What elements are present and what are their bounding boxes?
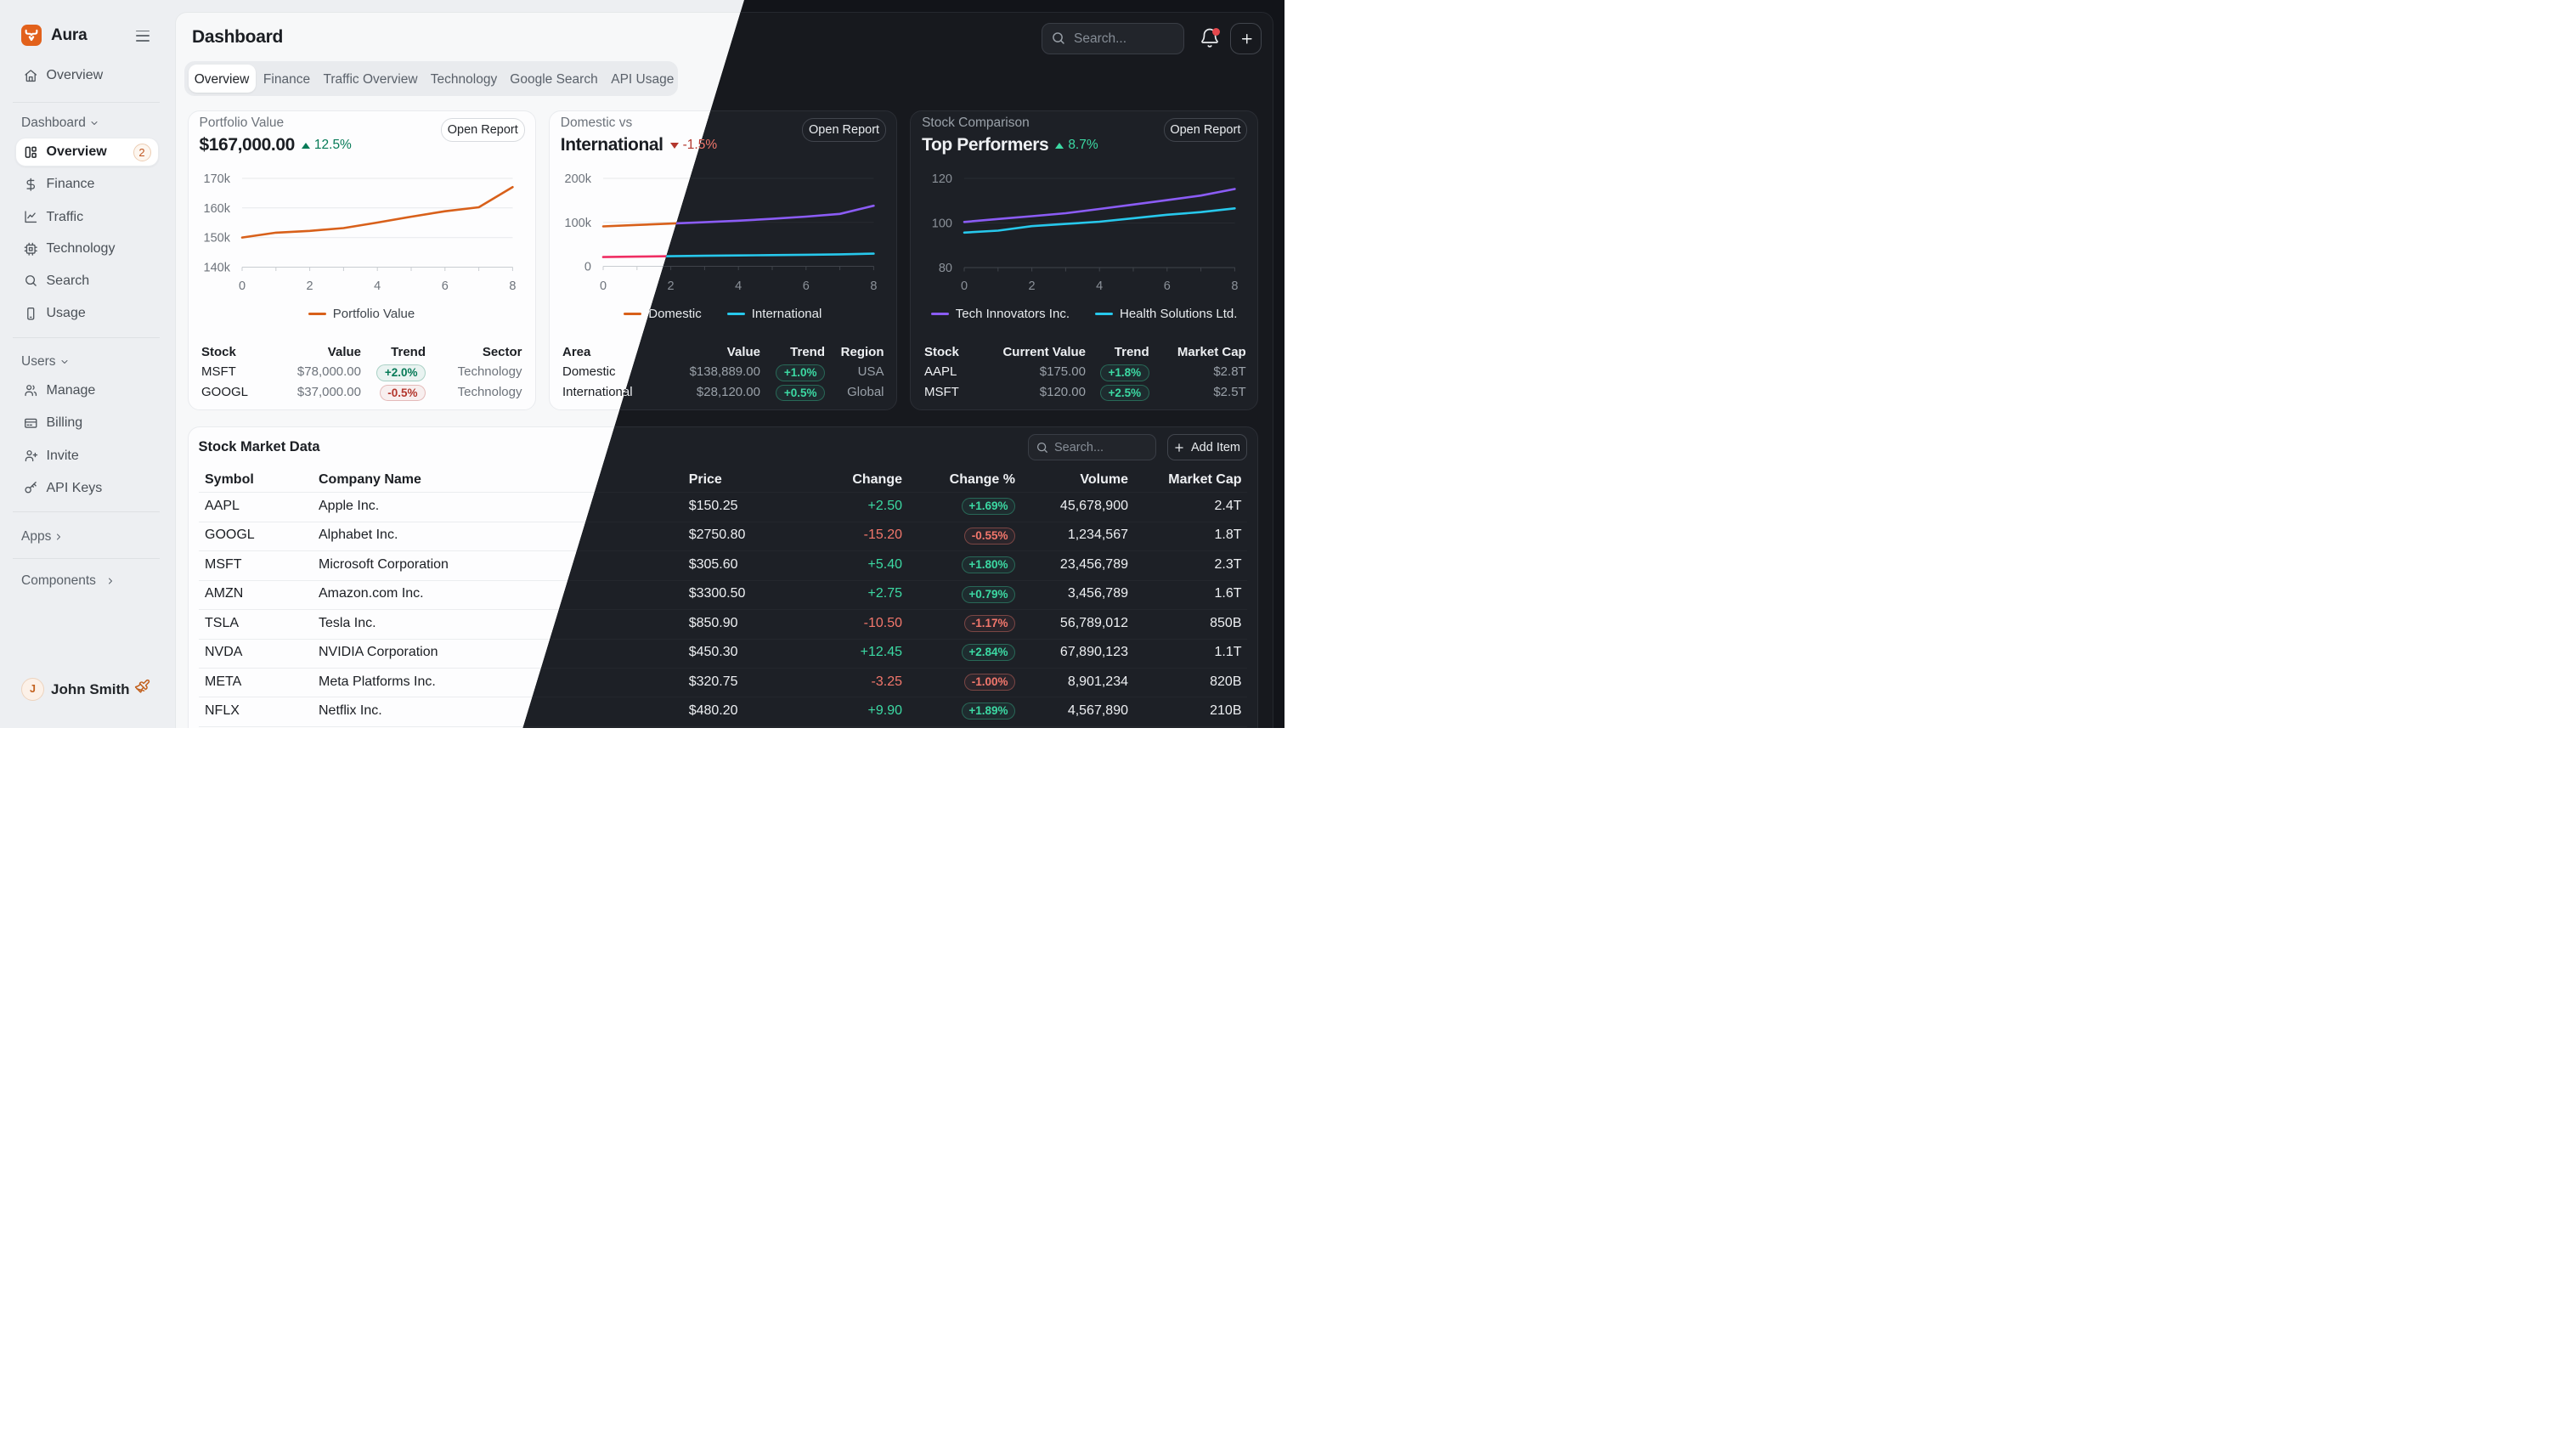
svg-text:140k: 140k xyxy=(203,262,230,275)
svg-text:4: 4 xyxy=(1096,279,1103,293)
svg-text:80: 80 xyxy=(939,262,952,275)
svg-text:120: 120 xyxy=(932,172,952,186)
svg-text:100k: 100k xyxy=(564,217,591,230)
svg-text:0: 0 xyxy=(961,279,968,293)
svg-text:8: 8 xyxy=(870,279,877,293)
svg-text:100: 100 xyxy=(932,217,952,231)
svg-text:2: 2 xyxy=(1029,279,1036,293)
svg-text:0: 0 xyxy=(600,279,607,293)
svg-text:8: 8 xyxy=(509,279,516,293)
svg-text:2: 2 xyxy=(306,279,313,293)
svg-text:4: 4 xyxy=(735,279,742,293)
svg-text:0: 0 xyxy=(584,261,591,274)
svg-text:8: 8 xyxy=(1231,279,1238,293)
svg-text:6: 6 xyxy=(1164,279,1171,293)
svg-text:200k: 200k xyxy=(564,172,591,186)
svg-text:170k: 170k xyxy=(203,172,230,186)
svg-text:4: 4 xyxy=(374,279,381,293)
svg-text:6: 6 xyxy=(441,279,448,293)
svg-text:160k: 160k xyxy=(203,202,230,216)
svg-text:6: 6 xyxy=(803,279,810,293)
svg-text:2: 2 xyxy=(667,279,674,293)
svg-text:0: 0 xyxy=(238,279,245,293)
svg-text:150k: 150k xyxy=(203,232,230,245)
